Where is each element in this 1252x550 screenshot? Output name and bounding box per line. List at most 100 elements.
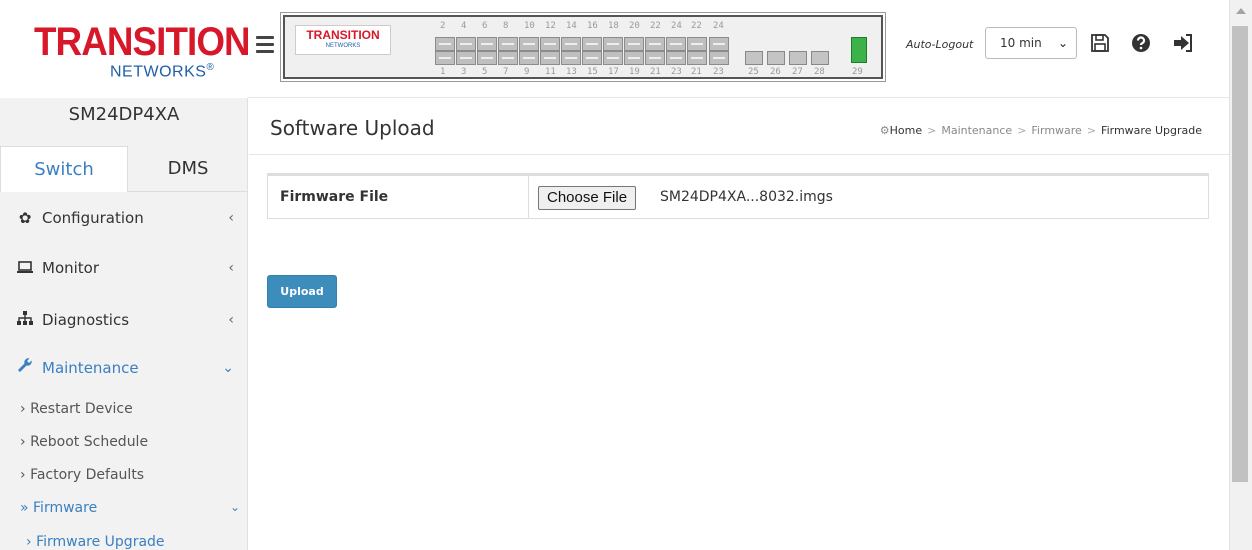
menu-item-maintenance[interactable]: Maintenance ⌄	[0, 348, 248, 388]
port-number-bottom: 3	[461, 67, 467, 77]
menu-item-configuration[interactable]: ✿ Configuration ‹	[0, 198, 248, 238]
chevron-down-icon: ⌄	[222, 360, 234, 376]
port[interactable]	[540, 51, 560, 65]
port-number-top: 10	[524, 21, 535, 31]
home-icon: ⚙	[879, 124, 890, 137]
port-number-top: 4	[461, 21, 467, 31]
scrollbar-thumb[interactable]	[1232, 26, 1248, 482]
port[interactable]	[519, 37, 539, 51]
menu-label: Monitor	[42, 259, 100, 277]
combo-port[interactable]	[687, 37, 707, 51]
port-number-top: 6	[482, 21, 488, 31]
sitemap-icon	[14, 300, 36, 340]
firmware-file-table: Firmware File Choose File SM24DP4XA...80…	[267, 173, 1209, 219]
save-icon[interactable]	[1089, 33, 1111, 55]
port-number-bottom: 11	[545, 67, 556, 77]
port[interactable]	[519, 51, 539, 65]
tab-dms[interactable]: DMS	[128, 146, 248, 192]
port-number-bottom: 23	[671, 67, 682, 77]
sub-label: Firmware	[33, 500, 98, 516]
port-number-bottom: 21	[650, 67, 661, 77]
menu-item-monitor[interactable]: Monitor ‹	[0, 248, 248, 288]
port[interactable]	[624, 51, 644, 65]
panel-logo-subtext: NETWORKS	[325, 43, 361, 49]
choose-file-button[interactable]: Choose File	[538, 186, 637, 210]
sfp-port[interactable]	[745, 51, 763, 65]
wrench-icon	[14, 348, 36, 388]
sfp-port[interactable]	[767, 51, 785, 65]
port-number-bottom: 27	[792, 67, 803, 77]
sidebar-item-firmware[interactable]: » Firmware ⌄	[20, 500, 240, 516]
chevron-down-icon: ⌄	[1057, 36, 1068, 50]
port[interactable]	[435, 37, 455, 51]
port-number-top: 8	[503, 21, 509, 31]
sfp-port[interactable]	[811, 51, 829, 65]
sidebar-item-restart-device[interactable]: › Restart Device	[20, 401, 133, 417]
help-icon[interactable]	[1130, 33, 1152, 55]
port[interactable]	[561, 37, 581, 51]
menu-label: Maintenance	[42, 359, 139, 377]
chevron-left-icon: ‹	[228, 260, 234, 276]
port[interactable]	[498, 37, 518, 51]
port[interactable]	[624, 37, 644, 51]
tab-switch[interactable]: Switch	[0, 146, 128, 192]
port[interactable]	[645, 37, 665, 51]
port-number-bottom: 28	[814, 67, 825, 77]
auto-logout-value: 10 min	[1000, 36, 1042, 50]
combo-port[interactable]	[687, 51, 707, 65]
sub-label: Restart Device	[30, 401, 133, 417]
auto-logout-label: Auto-Logout	[906, 38, 974, 51]
port[interactable]	[582, 37, 602, 51]
brand-logo[interactable]: TRANSITION NETWORKS	[0, 0, 251, 98]
breadcrumb-firmware[interactable]: Firmware	[1031, 124, 1081, 137]
port-number-top: 12	[545, 21, 556, 31]
sidebar-item-factory-defaults[interactable]: › Factory Defaults	[20, 467, 144, 483]
port-number-top: 2	[440, 21, 446, 31]
port-number-top: 22	[691, 21, 702, 31]
sidebar-item-firmware-upgrade[interactable]: › Firmware Upgrade	[26, 534, 165, 550]
port[interactable]	[582, 51, 602, 65]
port-number-top: 22	[650, 21, 661, 31]
chosen-file-name: SM24DP4XA...8032.imgs	[660, 189, 833, 205]
gear-icon: ✿	[18, 209, 32, 227]
port[interactable]	[456, 51, 476, 65]
port[interactable]	[477, 51, 497, 65]
port[interactable]	[498, 51, 518, 65]
port-number-bottom: 25	[748, 67, 759, 77]
active-port[interactable]	[851, 37, 867, 63]
port[interactable]	[603, 37, 623, 51]
port-number-top: 24	[671, 21, 682, 31]
port[interactable]	[645, 51, 665, 65]
breadcrumb-home[interactable]: Home	[890, 124, 922, 137]
combo-port[interactable]	[709, 51, 729, 65]
sub-label: Firmware Upgrade	[36, 534, 165, 550]
port[interactable]	[477, 37, 497, 51]
port-number-top: 18	[608, 21, 619, 31]
port[interactable]	[540, 37, 560, 51]
port[interactable]	[456, 37, 476, 51]
port-number-bottom: 19	[629, 67, 640, 77]
upload-button[interactable]: Upload	[267, 275, 337, 308]
port[interactable]	[666, 51, 686, 65]
breadcrumb-current: Firmware Upgrade	[1101, 124, 1202, 137]
menu-item-diagnostics[interactable]: Diagnostics ‹	[0, 300, 248, 340]
port[interactable]	[603, 51, 623, 65]
port[interactable]	[561, 51, 581, 65]
port-number-bottom: 9	[524, 67, 530, 77]
hamburger-menu-icon[interactable]	[256, 36, 274, 54]
sub-label: Reboot Schedule	[30, 434, 149, 450]
page-title: Software Upload	[270, 116, 435, 140]
port[interactable]	[435, 51, 455, 65]
sub-label: Factory Defaults	[30, 467, 145, 483]
sfp-port[interactable]	[789, 51, 807, 65]
logout-icon[interactable]	[1172, 33, 1194, 55]
scroll-up-arrow-icon[interactable]	[1236, 8, 1246, 14]
chevron-left-icon: ‹	[228, 312, 234, 328]
auto-logout-select[interactable]: 10 min ⌄	[985, 27, 1077, 59]
port[interactable]	[666, 37, 686, 51]
breadcrumb-maintenance[interactable]: Maintenance	[941, 124, 1012, 137]
menu-label: Diagnostics	[42, 311, 130, 329]
sidebar-item-reboot-schedule[interactable]: › Reboot Schedule	[20, 434, 148, 450]
combo-port[interactable]	[709, 37, 729, 51]
switch-front-panel: TRANSITION NETWORKS 2 1 4 3 6 5 8 7 10 9 12 11 14 13 1…	[280, 12, 886, 82]
